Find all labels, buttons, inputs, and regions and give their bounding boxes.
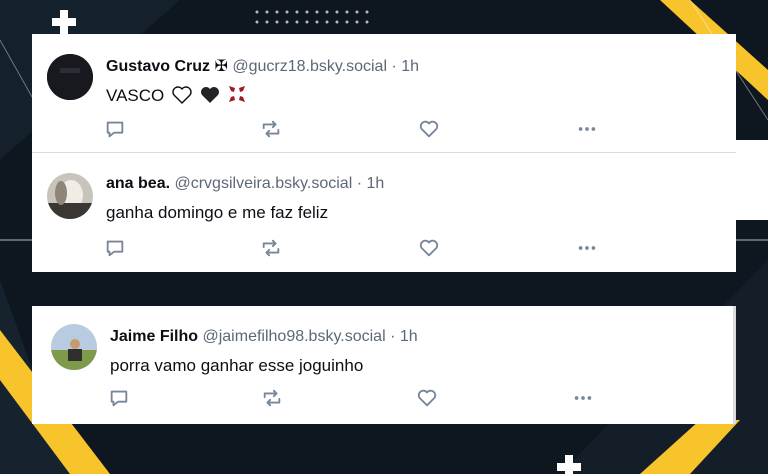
post-text: ganha domingo e me faz feliz xyxy=(106,203,329,222)
repost-icon[interactable] xyxy=(260,237,284,261)
post-time: · 1h xyxy=(390,328,418,345)
avatar[interactable] xyxy=(47,54,93,100)
avatar[interactable] xyxy=(47,173,93,219)
post-header: ana bea. @crvgsilveira.bsky.social · 1h xyxy=(106,175,384,193)
author-name[interactable]: ana bea. xyxy=(106,175,170,192)
avatar[interactable] xyxy=(51,324,97,370)
anger-symbol-icon xyxy=(227,84,247,109)
post-card-1: Gustavo Cruz ✠ @gucrz18.bsky.social · 1h… xyxy=(32,34,736,272)
like-icon[interactable] xyxy=(418,237,442,261)
more-icon[interactable] xyxy=(576,118,600,142)
like-icon[interactable] xyxy=(418,118,442,142)
post-actions xyxy=(104,118,604,142)
post-card-2: Jaime Filho @jaimefilho98.bsky.social · … xyxy=(32,306,736,424)
post-header: Jaime Filho @jaimefilho98.bsky.social · … xyxy=(110,328,418,346)
black-heart-icon xyxy=(200,86,220,109)
post-text: porra vamo ganhar esse joguinho xyxy=(110,356,364,375)
post-time: · 1h xyxy=(391,58,420,75)
post-time: · 1h xyxy=(356,175,385,192)
post-text-content: VASCO xyxy=(106,86,165,105)
author-name[interactable]: Gustavo Cruz ✠ xyxy=(106,58,228,75)
author-handle[interactable]: @crvgsilveira.bsky.social xyxy=(174,175,352,192)
post-ana[interactable]: ana bea. @crvgsilveira.bsky.social · 1h … xyxy=(32,152,736,271)
author-name[interactable]: Jaime Filho xyxy=(110,328,198,345)
more-icon[interactable] xyxy=(576,237,600,261)
more-icon[interactable] xyxy=(572,387,596,411)
repost-icon[interactable] xyxy=(261,387,285,411)
post-actions xyxy=(108,387,608,411)
reply-icon[interactable] xyxy=(104,118,128,142)
post-text: VASCO xyxy=(106,84,247,109)
like-icon[interactable] xyxy=(416,387,440,411)
reply-icon[interactable] xyxy=(104,237,128,261)
repost-icon[interactable] xyxy=(260,118,284,142)
author-handle[interactable]: @jaimefilho98.bsky.social xyxy=(202,328,385,345)
author-handle[interactable]: @gucrz18.bsky.social xyxy=(232,58,387,75)
post-header: Gustavo Cruz ✠ @gucrz18.bsky.social · 1h xyxy=(106,56,419,76)
post-actions xyxy=(104,237,604,261)
reply-icon[interactable] xyxy=(108,387,132,411)
post-jaime[interactable]: Jaime Filho @jaimefilho98.bsky.social · … xyxy=(32,306,733,424)
white-heart-icon xyxy=(172,86,192,109)
post-gustavo[interactable]: Gustavo Cruz ✠ @gucrz18.bsky.social · 1h… xyxy=(32,34,736,152)
